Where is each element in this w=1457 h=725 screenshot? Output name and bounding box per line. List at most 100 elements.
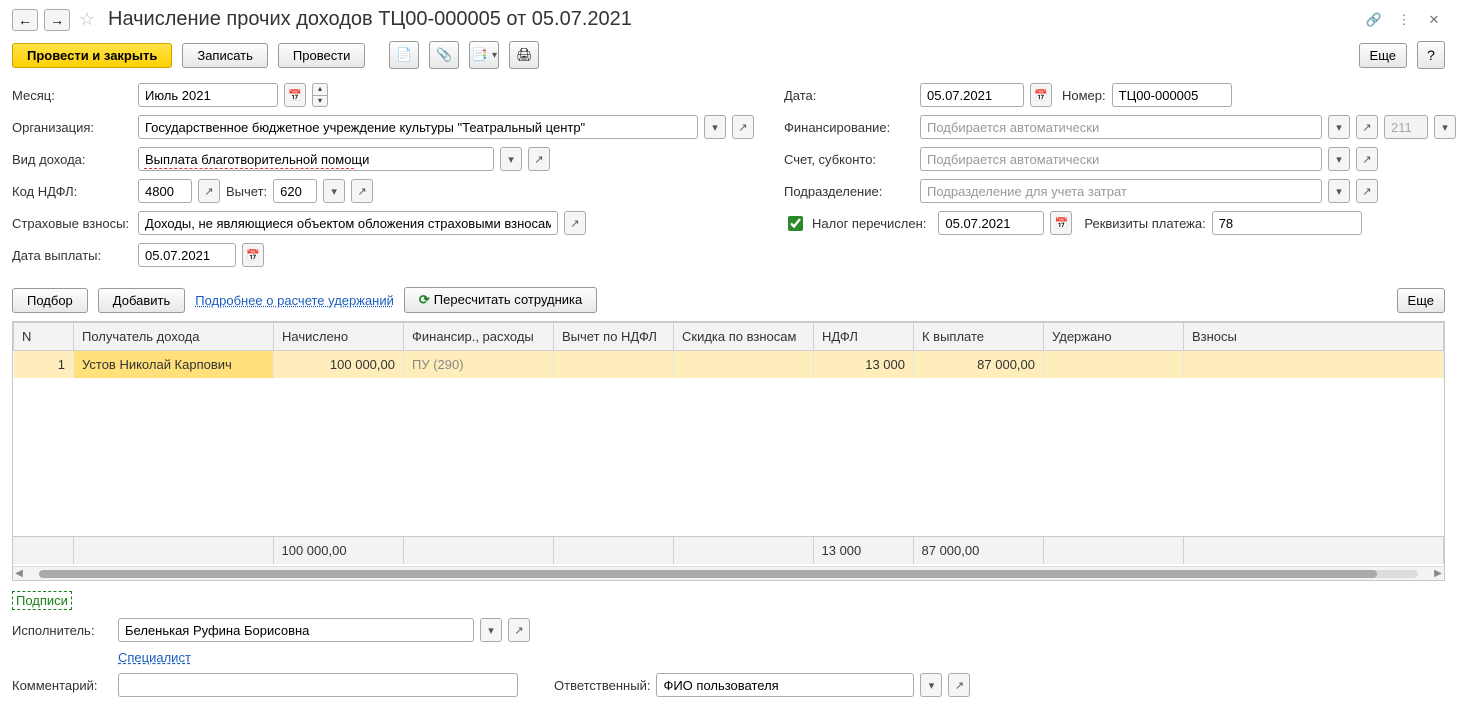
pick-button[interactable]: Подбор	[12, 288, 88, 313]
col-n[interactable]: N	[14, 323, 74, 351]
table-row[interactable]: 1 Устов Николай Карпович 100 000,00 ПУ (…	[14, 351, 1444, 379]
responsible-label: Ответственный:	[554, 678, 650, 693]
pay-date-input[interactable]	[138, 243, 236, 267]
page-title: Начисление прочих доходов ТЦ00-000005 от…	[108, 8, 632, 31]
responsible-input[interactable]	[656, 673, 914, 697]
signatures-link[interactable]: Подписи	[12, 591, 72, 610]
calendar-icon: 📅	[288, 89, 302, 102]
add-button[interactable]: Добавить	[98, 288, 185, 313]
performer-dropdown-button[interactable]: ▾	[480, 618, 502, 642]
calendar-icon: 📅	[246, 249, 260, 262]
dept-label: Подразделение:	[784, 184, 914, 199]
col-to-pay[interactable]: К выплате	[914, 323, 1044, 351]
details-link[interactable]: Подробнее о расчете удержаний	[195, 293, 394, 308]
post-and-close-button[interactable]: Провести и закрыть	[12, 43, 172, 68]
org-input[interactable]	[138, 115, 698, 139]
report-icon-button[interactable]: 📄	[389, 41, 419, 69]
favorite-star-icon[interactable]: ☆	[76, 9, 98, 31]
ndfl-code-label: Код НДФЛ:	[12, 184, 132, 199]
deduction-label: Вычет:	[226, 184, 267, 199]
org-open-button[interactable]: ↗	[732, 115, 754, 139]
calendar-icon: 📅	[1055, 217, 1069, 230]
account-dropdown-button[interactable]: ▾	[1328, 147, 1350, 171]
fin-input[interactable]	[920, 115, 1322, 139]
deduction-input[interactable]	[273, 179, 317, 203]
post-button[interactable]: Провести	[278, 43, 366, 68]
comment-label: Комментарий:	[12, 678, 112, 693]
fin-code-dropdown-button[interactable]: ▾	[1434, 115, 1456, 139]
recalc-button[interactable]: ⟳Пересчитать сотрудника	[404, 287, 597, 313]
nav-back-button[interactable]: ←	[12, 9, 38, 31]
col-fees[interactable]: Взносы	[1184, 323, 1444, 351]
horizontal-scrollbar[interactable]: ◀▶	[13, 566, 1444, 580]
col-withheld[interactable]: Удержано	[1044, 323, 1184, 351]
col-accrued[interactable]: Начислено	[274, 323, 404, 351]
tax-paid-label: Налог перечислен:	[812, 216, 926, 231]
date-input[interactable]	[920, 83, 1024, 107]
number-input[interactable]	[1112, 83, 1232, 107]
tax-paid-date-input[interactable]	[938, 211, 1044, 235]
insurance-label: Страховые взносы:	[12, 216, 132, 231]
dept-dropdown-button[interactable]: ▾	[1328, 179, 1350, 203]
account-label: Счет, субконто:	[784, 152, 914, 167]
help-button[interactable]: ?	[1417, 41, 1445, 69]
pay-date-label: Дата выплаты:	[12, 248, 132, 263]
link-icon[interactable]: 🔗	[1363, 9, 1385, 31]
nav-forward-button[interactable]: →	[44, 9, 70, 31]
month-label: Месяц:	[12, 88, 132, 103]
col-ndfl[interactable]: НДФЛ	[814, 323, 914, 351]
income-type-dropdown-button[interactable]: ▾	[500, 147, 522, 171]
calendar-icon: 📅	[1034, 89, 1048, 102]
income-type-open-button[interactable]: ↗	[528, 147, 550, 171]
date-calendar-button[interactable]: 📅	[1030, 83, 1052, 107]
col-ndfl-ded[interactable]: Вычет по НДФЛ	[554, 323, 674, 351]
more-button[interactable]: Еще	[1359, 43, 1407, 68]
fin-open-button[interactable]: ↗	[1356, 115, 1378, 139]
insurance-open-button[interactable]: ↗	[564, 211, 586, 235]
data-table[interactable]: N Получатель дохода Начислено Финансир.,…	[12, 321, 1445, 581]
fin-label: Финансирование:	[784, 120, 914, 135]
account-open-button[interactable]: ↗	[1356, 147, 1378, 171]
refresh-icon: ⟳	[419, 292, 430, 307]
dept-open-button[interactable]: ↗	[1356, 179, 1378, 203]
income-type-label: Вид дохода:	[12, 152, 132, 167]
save-button[interactable]: Записать	[182, 43, 268, 68]
deduction-open-button[interactable]: ↗	[351, 179, 373, 203]
pay-req-input[interactable]	[1212, 211, 1362, 235]
pay-date-calendar-button[interactable]: 📅	[242, 243, 264, 267]
account-input[interactable]	[920, 147, 1322, 171]
attach-icon-button[interactable]: 📎	[429, 41, 459, 69]
fin-dropdown-button[interactable]: ▾	[1328, 115, 1350, 139]
org-dropdown-button[interactable]: ▾	[704, 115, 726, 139]
performer-label: Исполнитель:	[12, 623, 112, 638]
responsible-open-button[interactable]: ↗	[948, 673, 970, 697]
print-icon-button[interactable]: 🖨	[509, 41, 539, 69]
col-discount[interactable]: Скидка по взносам	[674, 323, 814, 351]
month-spinner[interactable]: ▴▾	[312, 83, 328, 107]
printer-icon: 🖨	[516, 47, 533, 63]
close-icon[interactable]: ✕	[1423, 9, 1445, 31]
document-icon: 📄	[396, 47, 412, 63]
month-calendar-button[interactable]: 📅	[284, 83, 306, 107]
dept-input[interactable]	[920, 179, 1322, 203]
fin-code-input	[1384, 115, 1428, 139]
col-fin[interactable]: Финансир., расходы	[404, 323, 554, 351]
org-label: Организация:	[12, 120, 132, 135]
col-recipient[interactable]: Получатель дохода	[74, 323, 274, 351]
responsible-dropdown-button[interactable]: ▾	[920, 673, 942, 697]
ndfl-code-open-button[interactable]: ↗	[198, 179, 220, 203]
date-label: Дата:	[784, 88, 914, 103]
specialist-link[interactable]: Специалист	[118, 650, 191, 665]
month-input[interactable]	[138, 83, 278, 107]
insurance-input[interactable]	[138, 211, 558, 235]
tax-paid-checkbox[interactable]	[788, 216, 803, 231]
comment-input[interactable]	[118, 673, 518, 697]
create-based-on-button[interactable]: 📑	[469, 41, 499, 69]
performer-input[interactable]	[118, 618, 474, 642]
performer-open-button[interactable]: ↗	[508, 618, 530, 642]
tax-paid-date-calendar-button[interactable]: 📅	[1050, 211, 1072, 235]
deduction-dropdown-button[interactable]: ▾	[323, 179, 345, 203]
table-more-button[interactable]: Еще	[1397, 288, 1445, 313]
ndfl-code-input[interactable]	[138, 179, 192, 203]
kebab-menu-icon[interactable]: ⋮	[1393, 9, 1415, 31]
